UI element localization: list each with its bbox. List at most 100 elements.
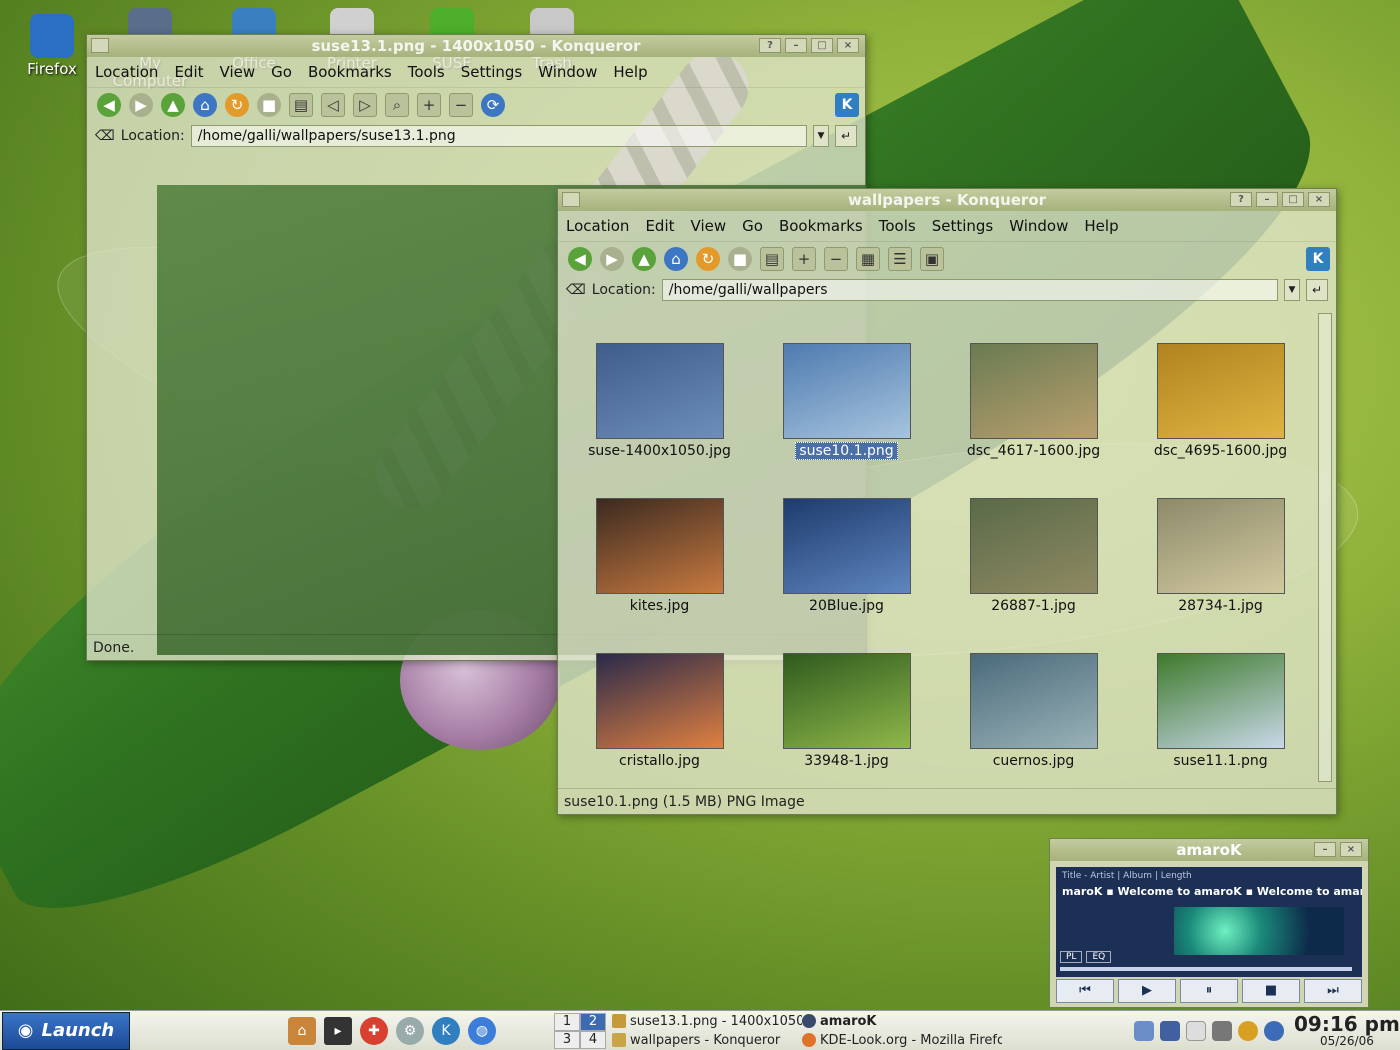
- previous-icon[interactable]: ◁: [321, 92, 345, 117]
- printer-icon[interactable]: [1212, 1020, 1232, 1041]
- close-button[interactable]: ×: [1340, 842, 1362, 857]
- previous-track-icon[interactable]: ⏮: [1056, 979, 1114, 1003]
- desktop-3[interactable]: 3: [554, 1030, 580, 1049]
- up-icon[interactable]: ▲: [161, 92, 185, 117]
- amarok-tray-icon[interactable]: [1238, 1020, 1258, 1041]
- maximize-button[interactable]: □: [811, 38, 833, 53]
- file-item[interactable]: suse11.1.png: [1127, 653, 1314, 808]
- location-dropdown-icon[interactable]: ▼: [1284, 279, 1300, 301]
- terminal-icon[interactable]: ▸: [324, 1016, 352, 1045]
- zoom-in-icon[interactable]: +: [792, 246, 816, 271]
- amarok-titlebar[interactable]: amaroK – ×: [1050, 839, 1368, 861]
- clear-location-icon[interactable]: ⌫: [95, 128, 115, 144]
- maximize-button[interactable]: □: [1282, 192, 1304, 207]
- home-icon[interactable]: ⌂: [664, 246, 688, 271]
- menu-location[interactable]: Location: [95, 63, 158, 81]
- detail-view-icon[interactable]: ☰: [888, 246, 912, 271]
- menu-location[interactable]: Location: [566, 217, 629, 235]
- icon-view-icon[interactable]: ▦: [856, 246, 880, 271]
- zoom-in-icon[interactable]: +: [417, 92, 441, 117]
- reload-icon[interactable]: ↻: [696, 246, 720, 271]
- close-button[interactable]: ×: [1308, 192, 1330, 207]
- menu-help[interactable]: Help: [613, 63, 647, 81]
- forward-icon[interactable]: ▶: [600, 246, 624, 271]
- vertical-scrollbar[interactable]: [1318, 313, 1332, 782]
- menu-bookmarks[interactable]: Bookmarks: [779, 217, 863, 235]
- go-icon[interactable]: ↵: [835, 125, 857, 147]
- back-icon[interactable]: ◀: [568, 246, 592, 271]
- forward-icon[interactable]: ▶: [129, 92, 153, 117]
- file-item[interactable]: dsc_4617-1600.jpg: [940, 343, 1127, 498]
- file-item[interactable]: cuernos.jpg: [940, 653, 1127, 808]
- playlist-button[interactable]: PL: [1060, 951, 1083, 963]
- close-button[interactable]: ×: [837, 38, 859, 53]
- window-menu-icon[interactable]: [562, 192, 580, 207]
- menu-tools[interactable]: Tools: [408, 63, 445, 81]
- location-input[interactable]: /home/galli/wallpapers: [661, 279, 1278, 301]
- menu-window[interactable]: Window: [538, 63, 597, 81]
- file-item[interactable]: 28734-1.jpg: [1127, 498, 1314, 653]
- konqueror-icon[interactable]: K: [432, 1016, 460, 1045]
- print-icon[interactable]: ▤: [289, 92, 313, 117]
- help-icon[interactable]: ✚: [360, 1016, 388, 1045]
- pause-icon[interactable]: ⏸: [1180, 979, 1238, 1003]
- menu-view[interactable]: View: [691, 217, 727, 235]
- location-dropdown-icon[interactable]: ▼: [813, 125, 829, 147]
- next-track-icon[interactable]: ⏭: [1304, 979, 1362, 1003]
- menu-go[interactable]: Go: [742, 217, 763, 235]
- menu-view[interactable]: View: [220, 63, 256, 81]
- file-item[interactable]: suse10.1.png: [753, 343, 940, 498]
- desktop-icon-firefox[interactable]: Firefox: [6, 14, 98, 78]
- play-icon[interactable]: ▶: [1118, 979, 1176, 1003]
- location-input[interactable]: /home/galli/wallpapers/suse13.1.png: [190, 125, 807, 147]
- home-icon[interactable]: ⌂: [193, 92, 217, 117]
- desktop-1[interactable]: 1: [554, 1012, 580, 1031]
- file-item[interactable]: 33948-1.jpg: [753, 653, 940, 808]
- home-icon[interactable]: ⌂: [288, 1016, 316, 1045]
- minimize-button[interactable]: –: [1256, 192, 1278, 207]
- file-item[interactable]: 20Blue.jpg: [753, 498, 940, 653]
- file-item[interactable]: kites.jpg: [566, 498, 753, 653]
- clock[interactable]: 09:16 pm 05/26/06: [1294, 1013, 1400, 1048]
- menu-tools[interactable]: Tools: [879, 217, 916, 235]
- menu-edit[interactable]: Edit: [645, 217, 674, 235]
- task-wallpapers[interactable]: wallpapers - Konqueror: [612, 1031, 802, 1050]
- stop-icon[interactable]: ■: [728, 246, 752, 271]
- task-amarok[interactable]: amaroK: [802, 1012, 1002, 1031]
- menu-window[interactable]: Window: [1009, 217, 1068, 235]
- menu-edit[interactable]: Edit: [174, 63, 203, 81]
- help-button[interactable]: ?: [759, 38, 781, 53]
- network-icon[interactable]: [1160, 1020, 1180, 1041]
- file-item[interactable]: cristallo.jpg: [566, 653, 753, 808]
- launch-button[interactable]: ◉ Launch: [2, 1011, 130, 1050]
- help-button[interactable]: ?: [1230, 192, 1252, 207]
- menu-settings[interactable]: Settings: [932, 217, 994, 235]
- equalizer-button[interactable]: EQ: [1086, 951, 1112, 963]
- desktop-2[interactable]: 2: [580, 1012, 606, 1031]
- menu-go[interactable]: Go: [271, 63, 292, 81]
- window-menu-icon[interactable]: [91, 38, 109, 53]
- print-icon[interactable]: ▤: [760, 246, 784, 271]
- task-firefox[interactable]: KDE-Look.org - Mozilla Firefox: [802, 1031, 1002, 1050]
- file-item[interactable]: dsc_4695-1600.jpg: [1127, 343, 1314, 498]
- firefox-icon[interactable]: ◍: [468, 1016, 496, 1045]
- amarok-seek-bar[interactable]: [1060, 967, 1352, 971]
- stop-icon[interactable]: ■: [257, 92, 281, 117]
- update-icon[interactable]: [1264, 1020, 1284, 1041]
- desktop-4[interactable]: 4: [580, 1030, 606, 1049]
- volume-icon[interactable]: [1134, 1020, 1154, 1041]
- minimize-button[interactable]: –: [785, 38, 807, 53]
- minimize-button[interactable]: –: [1314, 842, 1336, 857]
- next-icon[interactable]: ▷: [353, 92, 377, 117]
- file-item[interactable]: 26887-1.jpg: [940, 498, 1127, 653]
- preview-icon[interactable]: ▣: [920, 246, 944, 271]
- zoom-out-icon[interactable]: −: [824, 246, 848, 271]
- clipboard-icon[interactable]: [1186, 1020, 1206, 1041]
- window-titlebar[interactable]: wallpapers - Konqueror ? – □ ×: [558, 189, 1336, 211]
- settings-icon[interactable]: ⚙: [396, 1016, 424, 1045]
- zoom-out-icon[interactable]: −: [449, 92, 473, 117]
- zoom-icon[interactable]: ⌕: [385, 92, 409, 117]
- back-icon[interactable]: ◀: [97, 92, 121, 117]
- window-titlebar[interactable]: suse13.1.png - 1400x1050 - Konqueror ? –…: [87, 35, 865, 57]
- file-item[interactable]: suse-1400x1050.jpg: [566, 343, 753, 498]
